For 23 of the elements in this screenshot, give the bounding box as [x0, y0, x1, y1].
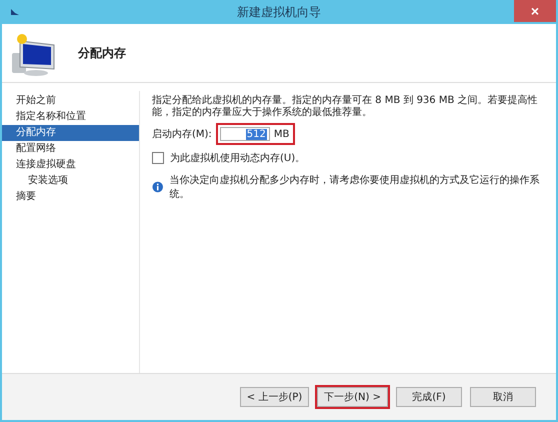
description-text: 指定分配给此虚拟机的内存量。指定的内存量可在 8 MB 到 936 MB 之间。若要提高性能，指定的内存量应大于操作系统的最低推荐量。 [152, 95, 538, 119]
checkbox-label: 为此虚拟机使用动态内存(U)。 [170, 152, 306, 165]
step-item[interactable]: 指定名称和位置 [2, 109, 139, 125]
step-item[interactable]: 开始之前 [2, 93, 139, 109]
unit-label: MB [274, 128, 290, 140]
step-item[interactable]: 摘要 [2, 189, 139, 205]
step-item[interactable]: 配置网络 [2, 141, 139, 157]
step-item[interactable]: 连接虚拟硬盘 [2, 157, 139, 173]
wizard-button[interactable]: < 上一步(P) [240, 387, 310, 407]
info-icon [152, 181, 164, 193]
window-icon [10, 8, 20, 16]
wizard-button[interactable]: 完成(F) [396, 387, 462, 407]
step-item[interactable]: 分配内存 [2, 125, 139, 141]
wizard-button[interactable]: 下一步(N) > [317, 387, 388, 407]
field-label: 启动内存(M): [152, 128, 212, 141]
memory-field[interactable]: 512 [220, 127, 270, 141]
wizard-button[interactable]: 取消 [470, 387, 536, 407]
checkbox[interactable] [152, 152, 164, 164]
close-button[interactable]: × [514, 0, 556, 22]
page-heading: 分配内存 [78, 44, 126, 62]
step-item[interactable]: 安装选项 [2, 173, 139, 189]
info-text: 当你决定向虚拟机分配多少内存时，请考虑你要使用虚拟机的方式及它运行的操作系统。 [169, 174, 540, 201]
window-title: 新建虚拟机向导 [237, 4, 321, 20]
